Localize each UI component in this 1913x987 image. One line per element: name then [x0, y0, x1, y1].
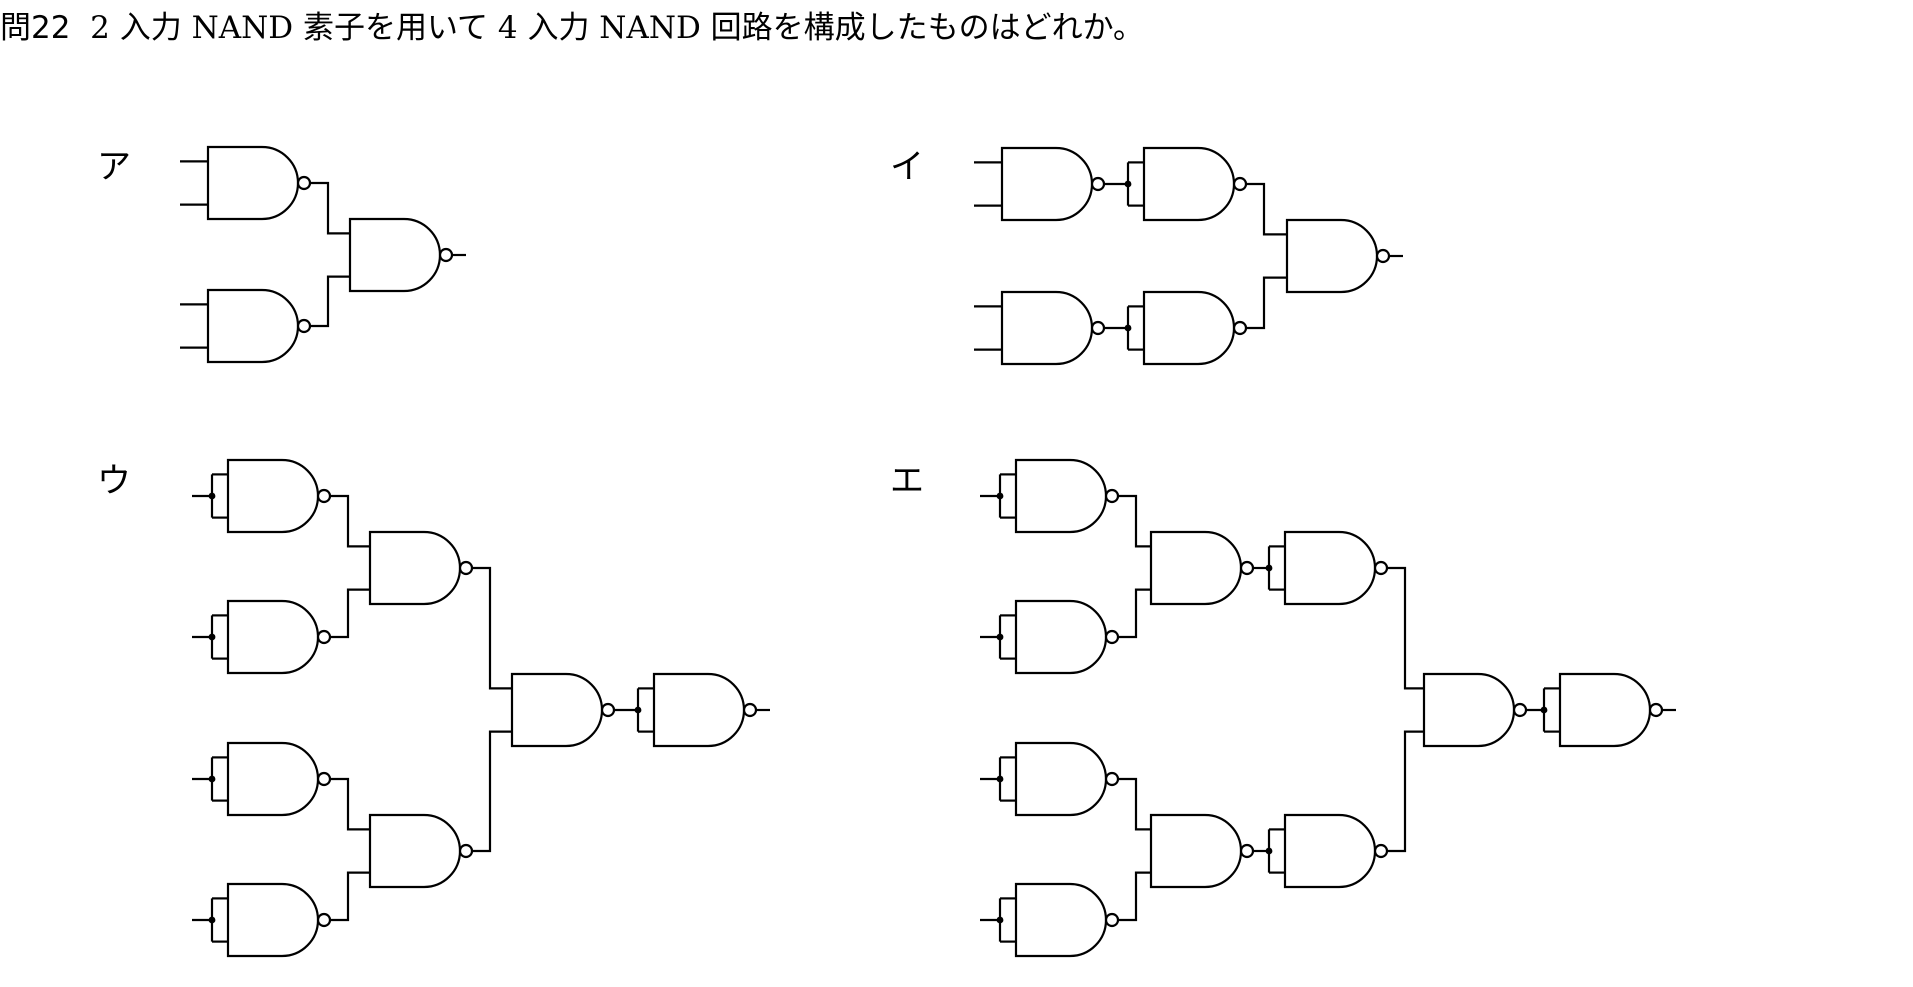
- nand-gate: [652, 672, 746, 748]
- circuit-option-u: [192, 458, 770, 958]
- wire: [310, 181, 350, 235]
- nand-output-bubble: [1648, 702, 1664, 718]
- wire: [1387, 730, 1424, 853]
- option-label-a[interactable]: ア: [97, 147, 131, 187]
- nand-gate: [1000, 290, 1094, 366]
- nand-output-bubble: [1090, 176, 1106, 192]
- nand-gate: [510, 672, 604, 748]
- junction-dot: [996, 775, 1004, 783]
- nand-gate: [1283, 813, 1377, 889]
- nand-output-bubble: [1232, 320, 1248, 336]
- nand-output-bubble: [1239, 560, 1255, 576]
- nand-output-bubble: [1239, 843, 1255, 859]
- wire: [330, 588, 370, 639]
- nand-gate: [1285, 218, 1379, 294]
- wire: [330, 494, 370, 548]
- nand-output-bubble: [1104, 488, 1120, 504]
- circuit-option-e: [980, 458, 1676, 958]
- nand-output-bubble: [1090, 320, 1106, 336]
- nand-gate: [1000, 146, 1094, 222]
- option-label-i[interactable]: イ: [890, 147, 924, 187]
- junction-dot: [208, 775, 216, 783]
- nand-gate: [206, 145, 300, 221]
- wire: [1246, 276, 1287, 330]
- nand-gate: [1142, 146, 1236, 222]
- option-label-u[interactable]: ウ: [97, 461, 131, 501]
- junction-dot: [996, 916, 1004, 924]
- junction-dot: [208, 633, 216, 641]
- wire: [1118, 871, 1151, 922]
- nand-gate: [206, 288, 300, 364]
- nand-output-bubble: [600, 702, 616, 718]
- nand-gate: [1558, 672, 1652, 748]
- nand-gate: [1283, 530, 1377, 606]
- nand-gate: [226, 741, 320, 817]
- nand-output-bubble: [296, 318, 312, 334]
- nand-output-bubble: [1373, 560, 1389, 576]
- nand-gate: [1149, 530, 1243, 606]
- nand-output-bubble: [316, 488, 332, 504]
- nand-output-bubble: [1375, 248, 1391, 264]
- junction-dot: [1124, 180, 1132, 188]
- option-label-e[interactable]: エ: [890, 461, 924, 501]
- nand-output-bubble: [316, 771, 332, 787]
- junction-dot: [1540, 706, 1548, 714]
- junction-dot: [1265, 564, 1273, 572]
- nand-output-bubble: [1232, 176, 1248, 192]
- wire: [472, 730, 512, 853]
- nand-gate: [1422, 672, 1516, 748]
- wire: [330, 871, 370, 922]
- wire: [330, 777, 370, 831]
- junction-dot: [208, 492, 216, 500]
- wire: [1246, 182, 1287, 236]
- nand-output-bubble: [1512, 702, 1528, 718]
- nand-gate: [1149, 813, 1243, 889]
- nand-gate: [1014, 882, 1108, 958]
- nand-output-bubble: [742, 702, 758, 718]
- nand-circuit-diagrams: ア イ ウ エ: [97, 145, 1676, 958]
- circuit-option-i: [974, 146, 1403, 366]
- nand-gate: [226, 882, 320, 958]
- wire: [1118, 494, 1151, 548]
- nand-gate: [226, 458, 320, 534]
- nand-gate: [368, 530, 462, 606]
- nand-output-bubble: [316, 629, 332, 645]
- junction-dot: [996, 633, 1004, 641]
- wire: [472, 566, 512, 690]
- nand-output-bubble: [1104, 912, 1120, 928]
- nand-output-bubble: [438, 247, 454, 263]
- wire: [1118, 777, 1151, 831]
- junction-dot: [634, 706, 642, 714]
- nand-gate: [1142, 290, 1236, 366]
- nand-gate: [348, 217, 442, 293]
- wire: [310, 275, 350, 328]
- junction-dot: [208, 916, 216, 924]
- nand-output-bubble: [1104, 629, 1120, 645]
- nand-gate: [1014, 741, 1108, 817]
- wire: [1118, 588, 1151, 639]
- nand-output-bubble: [316, 912, 332, 928]
- nand-gate: [226, 599, 320, 675]
- nand-gate: [368, 813, 462, 889]
- nand-output-bubble: [458, 843, 474, 859]
- junction-dot: [1265, 847, 1273, 855]
- wire: [1387, 566, 1424, 690]
- nand-gate: [1014, 458, 1108, 534]
- nand-output-bubble: [296, 175, 312, 191]
- nand-output-bubble: [1373, 843, 1389, 859]
- junction-dot: [1124, 324, 1132, 332]
- nand-output-bubble: [1104, 771, 1120, 787]
- nand-output-bubble: [458, 560, 474, 576]
- circuit-option-a: [180, 145, 466, 364]
- nand-gate: [1014, 599, 1108, 675]
- junction-dot: [996, 492, 1004, 500]
